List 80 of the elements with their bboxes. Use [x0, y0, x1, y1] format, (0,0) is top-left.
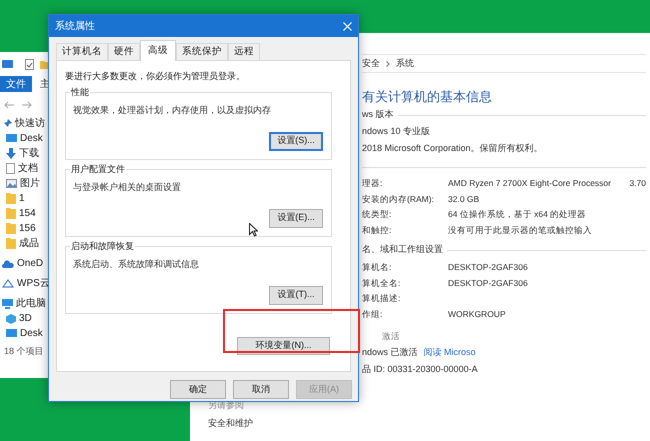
nav-item[interactable]: 下载	[19, 146, 39, 161]
group-description: 视觉效果，处理器计划，内存使用，以及虚拟内存	[73, 104, 272, 116]
property-label: 算机全名:	[362, 276, 402, 290]
settings-button[interactable]: 设置(S)...	[269, 132, 323, 150]
property-label: 和触控:	[362, 224, 392, 237]
nav-item[interactable]: 图片	[20, 176, 40, 191]
monitor-icon	[2, 60, 13, 68]
folder-icon	[6, 193, 16, 204]
copyright-text: 2018 Microsoft Corporation。保留所有权利。	[362, 142, 544, 155]
edition-text: ndows 10 专业版	[362, 124, 432, 138]
property-value: 32.0 GB	[448, 192, 480, 206]
section-heading: 激活	[382, 330, 400, 342]
folder-icon	[6, 208, 16, 219]
forward-arrow-icon	[22, 101, 32, 109]
property-label: 算机描述:	[362, 292, 402, 306]
nav-item[interactable]: 文档	[18, 161, 38, 176]
desktop-icon	[6, 134, 17, 143]
property-label: 理器:	[362, 177, 384, 190]
chevron-icon	[386, 60, 390, 66]
property-label: 统类型:	[362, 208, 392, 222]
property-value: 3.70	[629, 177, 646, 190]
property-value: DESKTOP-2GAF306	[448, 276, 528, 290]
group-title: 用户配置文件	[70, 162, 126, 176]
checklist-icon	[25, 58, 34, 70]
folder-icon	[6, 223, 16, 234]
download-icon	[6, 148, 16, 159]
nav-item[interactable]: 3D	[19, 311, 32, 326]
tab[interactable]: 系统保护	[176, 43, 228, 60]
property-label: 安装的内存(RAM):	[362, 192, 435, 206]
property-label: 作组:	[362, 308, 384, 321]
group-description: 系统启动、系统故障和调试信息	[73, 258, 200, 270]
nav-item[interactable]: 成品	[19, 236, 39, 251]
nav-item[interactable]: 1	[19, 191, 25, 206]
back-arrow-icon	[4, 101, 14, 109]
property-value: DESKTOP-2GAF306	[448, 261, 528, 274]
desktop-icon	[6, 329, 17, 338]
page-heading: 有关计算机的基本信息	[362, 88, 493, 105]
property-value: 64 位操作系统，基于 x64 的处理器	[448, 208, 586, 222]
group-title: 启动和故障恢复	[70, 240, 135, 253]
cube-icon	[6, 314, 16, 324]
license-link[interactable]: 阅读 Microso	[424, 346, 476, 360]
nav-item[interactable]: 快速访	[15, 116, 45, 131]
window-title: 系统属性	[55, 20, 95, 34]
property-value: 没有可用于此显示器的笔或触控输入	[448, 224, 592, 237]
product-id: 品 ID: 00331-20300-00000-A	[362, 362, 479, 376]
settings-button[interactable]: 设置(T)...	[269, 286, 323, 304]
breadcrumb-item[interactable]: 安全	[362, 56, 380, 70]
property-value: WORKGROUP	[448, 308, 506, 321]
nav-item[interactable]: Desk	[20, 131, 43, 146]
item-count: 18 个项目	[3, 345, 45, 358]
star-icon	[2, 118, 12, 128]
group-title: 性能	[70, 86, 90, 99]
folder-icon	[6, 238, 16, 249]
tab[interactable]: 硬件	[108, 43, 140, 60]
nav-item[interactable]: Desk	[20, 326, 43, 341]
tab[interactable]: 计算机名	[56, 43, 108, 60]
activation-status: ndows 已激活	[362, 346, 418, 359]
section-heading: 名、域和工作组设置	[362, 243, 443, 256]
property-value: AMD Ryzen 7 2700X Eight-Core Processor	[448, 177, 611, 190]
tab[interactable]: 远程	[228, 43, 260, 60]
nav-item[interactable]: 154	[19, 206, 36, 221]
cursor-icon	[249, 223, 258, 237]
dialog-button[interactable]: 确定	[170, 380, 226, 399]
tab[interactable]: 高级	[140, 40, 176, 61]
computer-icon	[2, 298, 13, 308]
nav-item[interactable]: 156	[19, 221, 36, 236]
dialog-button[interactable]: 取消	[233, 380, 289, 399]
settings-button[interactable]: 设置(E)...	[269, 208, 323, 228]
image-icon	[6, 179, 17, 188]
section-heading: ws 版本	[362, 108, 394, 122]
see-also-link[interactable]: 安全和维护	[208, 416, 253, 430]
nav-item[interactable]: OneD	[17, 256, 44, 271]
group-description: 与登录帐户相关的桌面设置	[73, 180, 182, 194]
document-icon	[6, 163, 15, 174]
close-icon[interactable]	[343, 22, 352, 30]
property-label: 算机名:	[362, 261, 392, 274]
breadcrumb-item[interactable]: 系统	[396, 56, 414, 70]
nav-item[interactable]: 此电脑	[16, 296, 46, 311]
admin-note: 要进行大多数更改，你必须作为管理员登录。	[65, 70, 246, 83]
file-tab[interactable]: 文件	[0, 76, 32, 92]
